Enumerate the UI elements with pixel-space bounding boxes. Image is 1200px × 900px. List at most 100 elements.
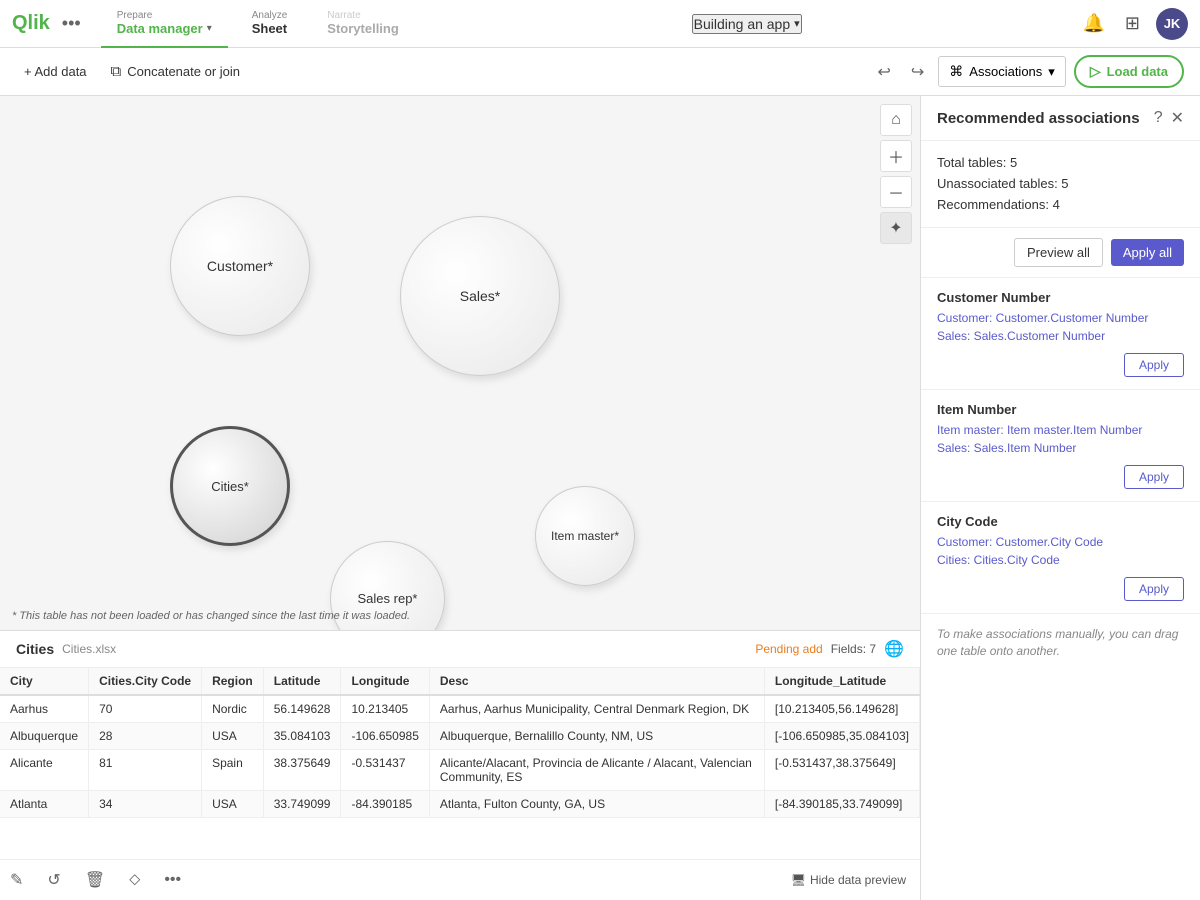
table-cell: Nordic [202,695,264,723]
preview-apply-row: Preview all Apply all [921,228,1200,278]
globe-icon: 🌐 [884,639,904,659]
right-panel: Recommended associations ? ✕ Total table… [920,96,1200,900]
table-cell: 35.084103 [263,723,341,750]
table-cell: -0.531437 [341,750,429,791]
nav-narrate[interactable]: Narrate Storytelling [311,0,415,48]
add-data-button[interactable]: + Add data [16,58,95,85]
bubble-customer[interactable]: Customer* [170,196,310,336]
col-region: Region [202,668,264,695]
table-row: Albuquerque28USA35.084103-106.650985Albu… [0,723,920,750]
unassociated-stat: Unassociated tables: 5 [937,174,1184,195]
nav-right: 🔔 ⊞ JK [1078,8,1188,40]
table-cell: [-106.650985,35.084103] [764,723,919,750]
avatar[interactable]: JK [1156,8,1188,40]
concat-join-label: Concatenate or join [127,64,240,79]
close-icon-btn[interactable]: ✕ [1171,108,1184,128]
associations-button[interactable]: ⌘ Associations ▾ [938,56,1066,87]
magic-icon-btn[interactable]: ✦ [880,212,912,244]
table-cell: 81 [89,750,202,791]
concat-join-button[interactable]: ⧉ Concatenate or join [103,57,248,86]
app-name-btn[interactable]: Building an app ▾ [692,14,802,34]
nav-prepare[interactable]: Prepare Data manager ▾ [101,0,228,48]
left-area: Customer* Sales* Cities* Item master* Sa… [0,96,920,900]
nav-prepare-title: Data manager [117,21,203,36]
nav-dots-btn[interactable]: ••• [62,13,81,34]
table-cell: 10.213405 [341,695,429,723]
table-cell: [-0.531437,38.375649] [764,750,919,791]
table-cell: -84.390185 [341,791,429,818]
qlik-logo-text: Qlik [12,12,50,35]
bubble-sales-label: Sales* [460,288,500,304]
col-desc: Desc [429,668,764,695]
panel-header-icons: ? ✕ [1154,108,1184,128]
col-longitude: Longitude [341,668,429,695]
bubble-sales[interactable]: Sales* [400,216,560,376]
notification-icon-btn[interactable]: 🔔 [1078,9,1108,38]
bottom-area: Cities Cities.xlsx Pending add Fields: 7… [0,630,920,900]
panel-title: Recommended associations [937,110,1140,127]
zoom-out-icon-btn[interactable]: － [880,176,912,208]
table-header-right: Pending add Fields: 7 🌐 [755,639,904,659]
zoom-in-icon-btn[interactable]: ＋ [880,140,912,172]
delete-icon-btn[interactable]: 🗑 [81,866,109,894]
data-table: City Cities.City Code Region Latitude Lo… [0,668,920,859]
fields-count: Fields: 7 [831,642,876,656]
table-cell: 28 [89,723,202,750]
bubble-customer-label: Customer* [207,258,273,274]
nav-analyze-label: Analyze [252,10,288,21]
table-cell: Aarhus [0,695,89,723]
table-cell: Aarhus, Aarhus Municipality, Central Den… [429,695,764,723]
assoc-apply-button-customer-number[interactable]: Apply [1124,353,1184,377]
assoc-title: Customer Number [937,290,1184,305]
bubble-sales-rep-label: Sales rep* [358,591,418,606]
main-area: Customer* Sales* Cities* Item master* Sa… [0,96,1200,900]
redo-button[interactable]: ↪ [905,58,930,86]
table-cell: 56.149628 [263,695,341,723]
toolbar-right: ↩ ↪ ⌘ Associations ▾ ▷ Load data [871,55,1184,88]
table-cell: USA [202,791,264,818]
table-file: Cities.xlsx [62,642,116,656]
more-icon-btn[interactable]: ••• [160,867,185,893]
preview-all-button[interactable]: Preview all [1014,238,1103,267]
table-cell: 70 [89,695,202,723]
assoc-item-customer-number: Customer Number Customer: Customer.Custo… [921,278,1200,390]
undo-button[interactable]: ↩ [871,58,896,86]
nav-analyze[interactable]: Analyze Sheet [236,0,304,48]
assoc-item-city-code: City Code Customer: Customer.City CodeCi… [921,502,1200,614]
col-city: City [0,668,89,695]
add-data-label: + Add data [24,64,87,79]
nav-narrate-title: Storytelling [327,21,399,36]
help-icon-btn[interactable]: ? [1154,109,1163,127]
hide-preview-button[interactable]: 🖥 Hide data preview [783,869,914,891]
grid-icon-btn[interactable]: ⊞ [1121,9,1144,38]
table-name: Cities [16,641,54,657]
nav-analyze-title: Sheet [252,21,287,36]
pending-badge: Pending add [755,642,822,656]
panel-footnote: To make associations manually, you can d… [921,614,1200,672]
bubble-cities[interactable]: Cities* [170,426,290,546]
canvas-area: Customer* Sales* Cities* Item master* Sa… [0,96,920,630]
table-cell: [10.213405,56.149628] [764,695,919,723]
toolbar: + Add data ⧉ Concatenate or join ↩ ↪ ⌘ A… [0,48,1200,96]
canvas-footnote: * This table has not been loaded or has … [12,610,410,622]
table-cell: Atlanta, Fulton County, GA, US [429,791,764,818]
table-cell: USA [202,723,264,750]
table-toolbar: ✎ ↺ 🗑 ⬦ ••• 🖥 Hide data preview [0,859,920,900]
monitor-icon: 🖥 [791,873,806,887]
table-cell: Atlanta [0,791,89,818]
bubble-item-master[interactable]: Item master* [535,486,635,586]
home-icon-btn[interactable]: ⌂ [880,104,912,136]
edit-icon-btn[interactable]: ✎ [6,866,27,894]
bubble-item-master-label: Item master* [551,529,619,543]
filter-icon-btn[interactable]: ⬦ [125,867,144,893]
refresh-icon-btn[interactable]: ↺ [43,866,64,894]
load-data-button[interactable]: ▷ Load data [1074,55,1184,88]
qlik-logo: Qlik [12,12,50,35]
assoc-apply-button-city-code[interactable]: Apply [1124,577,1184,601]
load-data-icon: ▷ [1090,63,1101,80]
app-name-text: Building an app [694,16,791,32]
table-cell: -106.650985 [341,723,429,750]
table-row: Atlanta34USA33.749099-84.390185Atlanta, … [0,791,920,818]
assoc-apply-button-item-number[interactable]: Apply [1124,465,1184,489]
apply-all-button[interactable]: Apply all [1111,239,1184,266]
